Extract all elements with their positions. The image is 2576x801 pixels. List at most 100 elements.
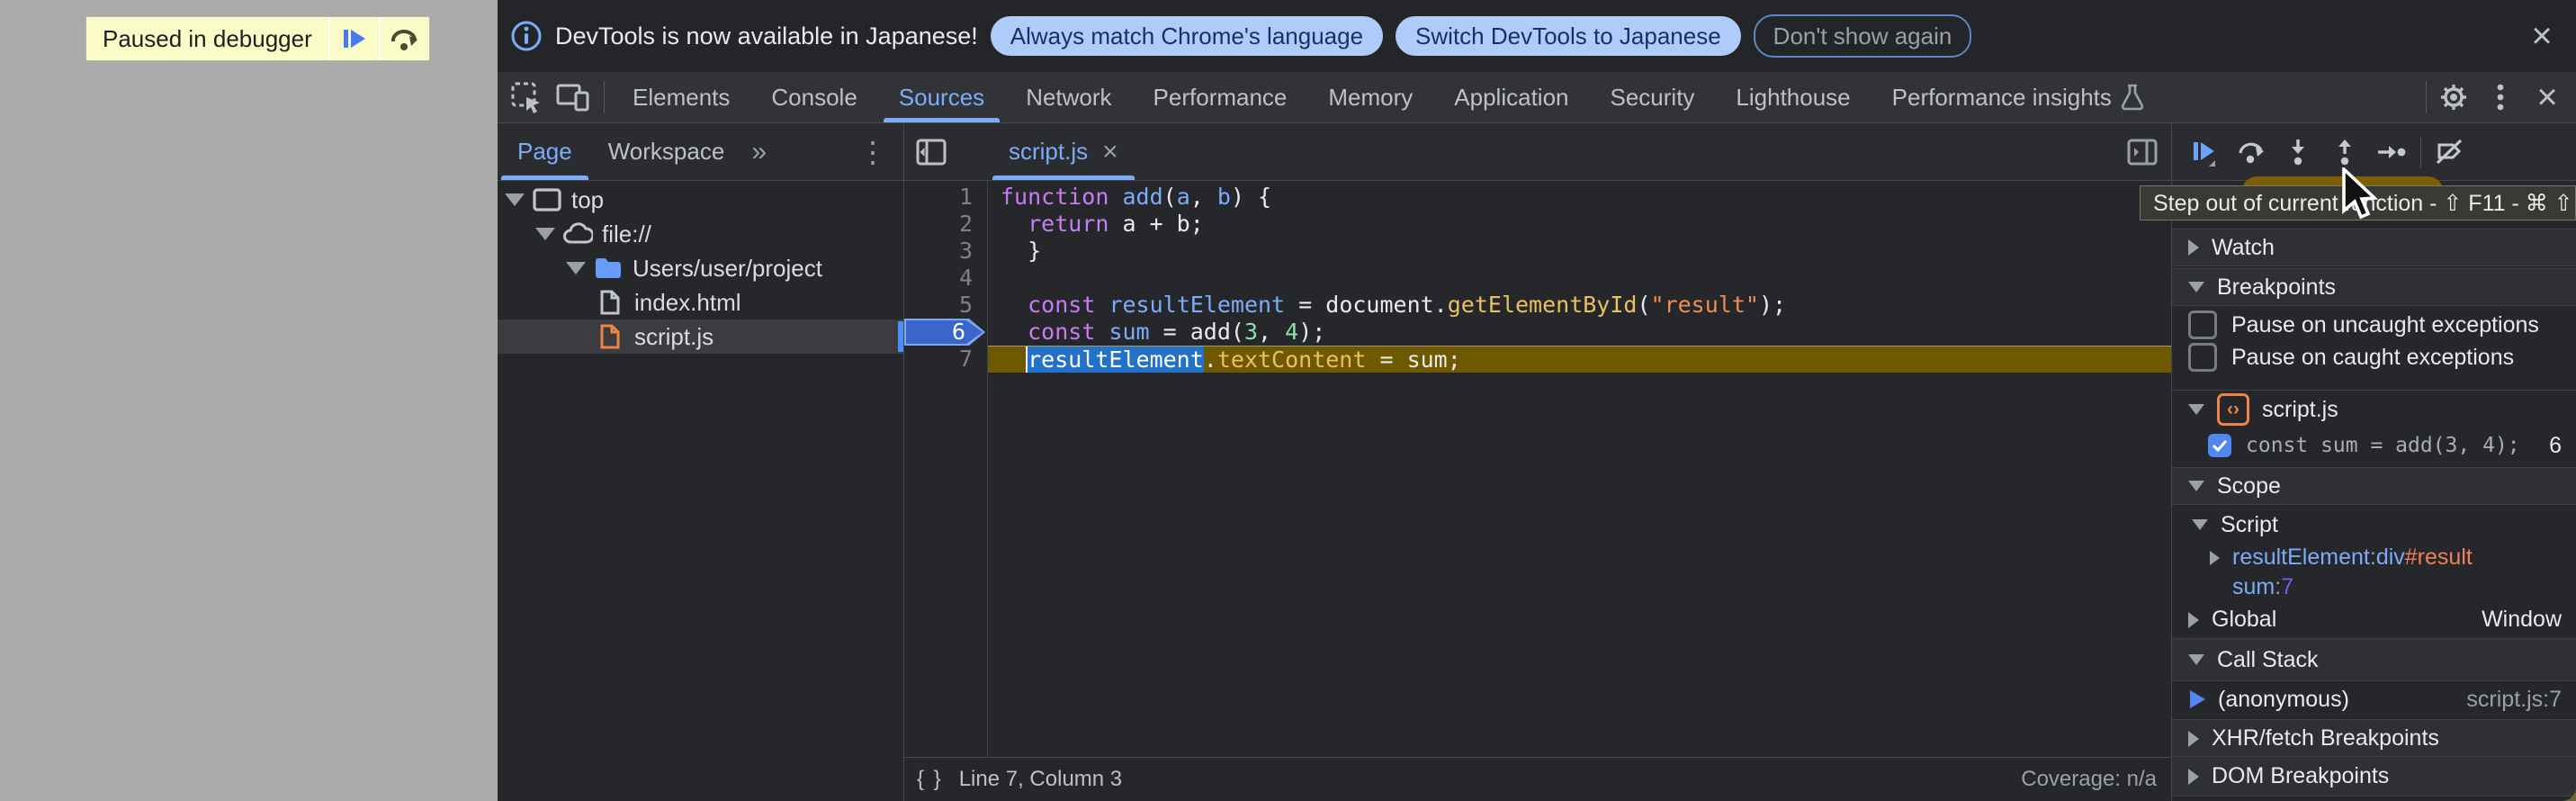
panel-tabs: Elements Console Sources Network Perform… [612,72,2165,122]
code-line-1[interactable]: function add(a, b) { [988,184,2171,211]
pause-uncaught-exceptions-row[interactable]: Pause on uncaught exceptions [2172,308,2576,342]
tab-security[interactable]: Security [1590,72,1716,122]
tab-performance-insights[interactable]: Performance insights [1871,72,2165,122]
resume-button[interactable] [2181,129,2228,176]
editor-gutter[interactable]: 1234567 [904,181,988,758]
scope-var-separator: : [2275,574,2281,600]
tree-item-file-protocol[interactable]: file:// [498,217,903,251]
pretty-print-button[interactable]: { } [917,767,943,792]
gutter-line-5[interactable]: 5 [904,292,987,319]
breakpoint-checkbox[interactable] [2208,434,2231,457]
caret-down-icon[interactable] [566,262,586,274]
tree-item-project-folder[interactable]: Users/user/project [498,251,903,285]
more-options-button[interactable] [2477,72,2524,122]
scope-group-label: Script [2221,512,2278,538]
tab-memory[interactable]: Memory [1307,72,1433,122]
breakpoint-entry[interactable]: const sum = add(3, 4); 6 [2172,428,2576,464]
code-line-4[interactable] [988,265,2171,292]
section-dom-breakpoints[interactable]: DOM Breakpoints [2172,756,2576,796]
notification-bar: DevTools is now available in Japanese! A… [498,0,2576,72]
dont-show-again-button[interactable]: Don't show again [1754,14,1972,58]
pane-divider[interactable] [903,123,904,801]
pause-caught-exceptions-row[interactable]: Pause on caught exceptions [2172,340,2576,374]
flask-icon [2121,84,2144,111]
pause-caught-checkbox[interactable] [2188,343,2217,372]
notification-message: DevTools is now available in Japanese! [555,22,978,50]
devtools-close-button[interactable]: × [2524,72,2571,122]
call-stack-frame[interactable]: (anonymous) script.js:7 [2172,680,2576,718]
code-line-3[interactable]: } [988,238,2171,265]
tab-network[interactable]: Network [1005,72,1132,122]
section-breakpoints[interactable]: Breakpoints [2172,268,2576,306]
editor-tab-script-js[interactable]: script.js × [992,123,1135,180]
tab-elements[interactable]: Elements [612,72,750,122]
scope-script-group[interactable]: Script [2172,508,2576,541]
scope-var-resultelement[interactable]: resultElement: div#result [2172,543,2576,572]
scope-var-name: resultElement [2232,544,2370,571]
tab-sources[interactable]: Sources [878,72,1005,122]
editor-tab-label: script.js [1009,138,1088,166]
notification-close-button[interactable]: × [2522,16,2562,56]
gutter-line-6[interactable]: 6 [904,319,987,346]
section-xhr-breakpoints[interactable]: XHR/fetch Breakpoints [2172,719,2576,758]
hide-navigator-button[interactable] [911,132,951,172]
section-label: Scope [2217,473,2281,500]
show-debugger-sidebar-button[interactable] [2123,132,2162,172]
gutter-line-2[interactable]: 2 [904,211,987,238]
caret-down-icon[interactable] [535,228,555,240]
tab-performance[interactable]: Performance [1133,72,1308,122]
navigator-tab-workspace[interactable]: Workspace [590,123,743,180]
step-into-button[interactable] [2275,129,2321,176]
caret-right-icon [2188,239,2199,256]
scope-var-value-tag: div [2376,544,2405,571]
scope-global-group[interactable]: Global Window [2172,603,2576,636]
deactivate-breakpoints-button[interactable] [2427,129,2473,176]
scope-var-sum[interactable]: sum: 7 [2172,572,2576,601]
folder-icon [593,256,624,280]
code-line-6[interactable]: const sum = add(3, 4); [988,319,2171,346]
devtools-window: DevTools is now available in Japanese! A… [498,0,2576,801]
code-line-5[interactable]: const resultElement = document.getElemen… [988,292,2171,319]
step-icon [2376,140,2407,165]
section-watch[interactable]: Watch [2172,229,2576,266]
section-call-stack[interactable]: Call Stack [2172,638,2576,681]
toolbar-divider [604,81,605,113]
tab-lighthouse[interactable]: Lighthouse [1715,72,1871,122]
caret-down-icon[interactable] [505,194,525,206]
code-editor[interactable]: 1234567 function add(a, b) { return a + … [904,181,2171,758]
always-match-language-button[interactable]: Always match Chrome's language [991,16,1383,56]
tree-item-index-html[interactable]: index.html [498,285,903,320]
inspect-element-button[interactable] [503,72,550,122]
step-over-banner-button[interactable] [379,17,429,60]
code-lines[interactable]: function add(a, b) { return a + b; } con… [988,181,2171,373]
step-over-button[interactable] [2228,129,2275,176]
breakpoint-marker[interactable]: 6 [904,319,985,346]
pause-uncaught-checkbox[interactable] [2188,310,2217,339]
code-line-7[interactable]: resultElement.textContent = sum; [988,346,2171,373]
resume-script-button[interactable] [328,17,379,60]
pane-divider[interactable] [2171,123,2172,801]
section-label: Call Stack [2217,647,2319,673]
caret-right-icon [2188,731,2199,747]
deactivate-breakpoints-icon [2435,138,2465,166]
toggle-device-toolbar-button[interactable] [550,72,597,122]
gutter-line-7[interactable]: 7 [904,346,987,373]
gutter-line-1[interactable]: 1 [904,184,987,211]
gutter-line-3[interactable]: 3 [904,238,987,265]
breakpoint-file-group[interactable]: ‹› script.js [2172,390,2576,428]
tab-application[interactable]: Application [1433,72,1589,122]
tree-item-script-js[interactable]: script.js [498,320,903,354]
tree-item-top[interactable]: top [498,183,903,217]
more-tabs-button[interactable]: » [751,137,767,167]
switch-to-japanese-button[interactable]: Switch DevTools to Japanese [1396,16,1741,56]
code-line-2[interactable]: return a + b; [988,211,2171,238]
navigator-tab-page[interactable]: Page [499,123,590,180]
tab-console[interactable]: Console [750,72,877,122]
settings-button[interactable] [2430,72,2477,122]
section-scope[interactable]: Scope [2172,467,2576,505]
gutter-line-4[interactable]: 4 [904,265,987,292]
close-tab-icon[interactable]: × [1102,137,1118,167]
device-toolbar-icon [556,81,590,113]
caret-right-icon [2188,769,2199,785]
navigator-menu-button[interactable]: ⋮ [858,135,887,169]
